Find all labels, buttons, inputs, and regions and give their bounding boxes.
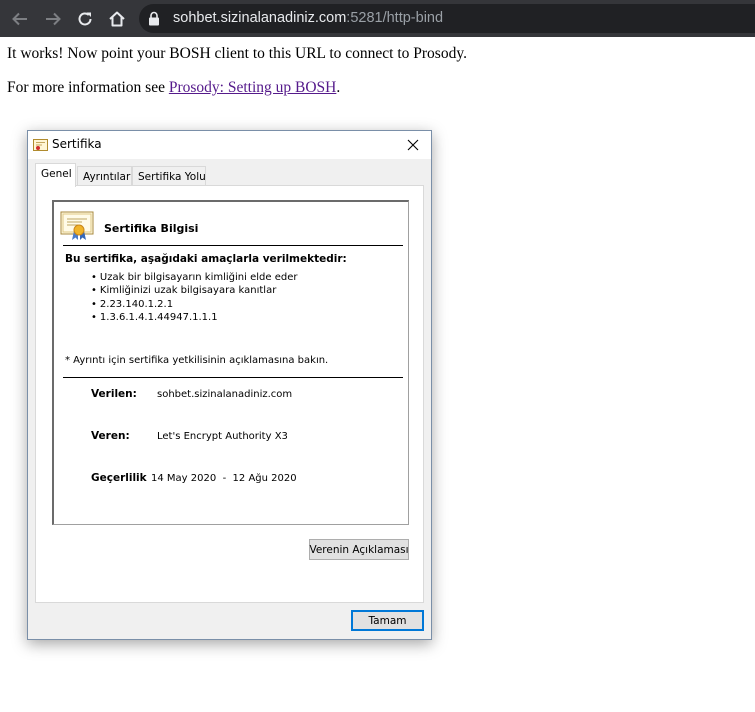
validity-value: 14 May 2020 - 12 Ağu 2020 <box>151 473 297 484</box>
lock-icon[interactable] <box>148 11 160 26</box>
reload-button[interactable] <box>74 8 96 30</box>
valid-to: 12 Ağu 2020 <box>232 473 297 484</box>
purpose-title: Bu sertifika, aşağıdaki amaçlarla verilm… <box>65 253 347 265</box>
address-bar[interactable]: sohbet.sizinalanadiniz.com:5281/http-bin… <box>139 4 755 33</box>
valid-from: 14 May 2020 <box>151 473 217 484</box>
arrow-left-icon <box>12 12 27 26</box>
list-item: 1.3.6.1.4.1.44947.1.1.1 <box>91 311 297 324</box>
info-suffix: . <box>336 79 341 96</box>
info-prefix: For more information see <box>7 79 169 96</box>
browser-toolbar: sohbet.sizinalanadiniz.com:5281/http-bin… <box>0 0 755 37</box>
details-divider <box>63 377 403 378</box>
home-icon <box>109 11 125 27</box>
prosody-bosh-link[interactable]: Prosody: Setting up BOSH <box>169 79 337 96</box>
certificate-dialog: Sertifika Genel Ayrıntılar Sertifika Yol… <box>27 130 432 640</box>
ok-button[interactable]: Tamam <box>351 610 424 631</box>
list-item: 2.23.140.1.2.1 <box>91 298 297 311</box>
home-button[interactable] <box>106 8 128 30</box>
close-button[interactable] <box>400 133 426 157</box>
issued-to-label: Verilen: <box>91 388 137 400</box>
certificate-icon <box>33 139 48 151</box>
issued-to-value: sohbet.sizinalanadiniz.com <box>157 389 293 400</box>
reload-icon <box>78 12 92 26</box>
url-text[interactable]: sohbet.sizinalanadiniz.com:5281/http-bin… <box>173 9 443 28</box>
forward-button[interactable] <box>42 8 64 30</box>
url-host: sohbet.sizinalanadiniz.com <box>173 10 347 26</box>
arrow-right-icon <box>46 12 61 26</box>
tab-genel[interactable]: Genel <box>35 163 76 187</box>
dialog-title: Sertifika <box>52 137 102 151</box>
url-path: :5281/http-bind <box>346 10 444 26</box>
dialog-titlebar[interactable]: Sertifika <box>28 131 431 159</box>
tab-sertifika-yolu[interactable]: Sertifika Yolu <box>132 166 206 186</box>
certificate-info-box: Sertifika Bilgisi Bu sertifika, aşağıdak… <box>52 200 409 525</box>
back-button[interactable] <box>9 8 31 30</box>
issued-by-label: Veren: <box>91 430 130 442</box>
certificate-heading: Sertifika Bilgisi <box>104 222 199 235</box>
valid-separator: - <box>222 473 227 484</box>
issuer-note: * Ayrıntı için sertifika yetkilisinin aç… <box>65 355 329 366</box>
validity-label: Geçerlilik <box>91 472 147 484</box>
page-message: It works! Now point your BOSH client to … <box>7 45 467 62</box>
list-item: Uzak bir bilgisayarın kimliğini elde ede… <box>91 271 298 284</box>
issued-by-value: Let's Encrypt Authority X3 <box>157 431 288 442</box>
heading-divider <box>63 245 403 246</box>
issuer-statement-button[interactable]: Verenin Açıklaması <box>309 539 409 560</box>
general-tab-panel: Sertifika Bilgisi Bu sertifika, aşağıdak… <box>35 185 424 603</box>
list-item: Kimliğinizi uzak bilgisayara kanıtlar <box>91 284 297 297</box>
certificate-icon <box>60 211 94 240</box>
page-info-line: For more information see Prosody: Settin… <box>7 79 340 97</box>
tab-ayrintilar[interactable]: Ayrıntılar <box>77 166 132 186</box>
close-icon <box>407 139 419 151</box>
purpose-list: Uzak bir bilgisayarın kimliğini elde ede… <box>91 271 298 324</box>
